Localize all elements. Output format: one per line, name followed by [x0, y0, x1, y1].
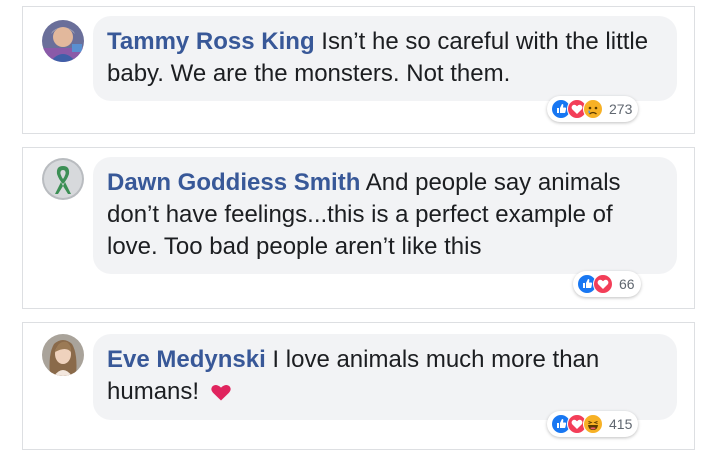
- comment-author-link[interactable]: Dawn Goddiess Smith: [107, 169, 360, 196]
- reaction-summary[interactable]: 415: [547, 411, 639, 437]
- sad-icon: [583, 99, 603, 119]
- heart-icon: [210, 379, 232, 411]
- comment-bubble: Dawn Goddiess Smith And people say anima…: [93, 157, 677, 274]
- comment-bubble: Eve Medynski I love animals much more th…: [93, 334, 677, 420]
- comment-author-link[interactable]: Tammy Ross King: [107, 28, 315, 55]
- avatar[interactable]: [42, 158, 84, 200]
- reaction-summary[interactable]: 273: [547, 96, 639, 122]
- reaction-summary[interactable]: 66: [573, 271, 641, 297]
- love-icon: [593, 274, 613, 294]
- comment-card: Tammy Ross King Isn’t he so careful with…: [22, 6, 695, 134]
- avatar[interactable]: [42, 334, 84, 376]
- reaction-count: 66: [619, 276, 635, 292]
- reaction-count: 415: [609, 416, 633, 432]
- comment-card: Dawn Goddiess Smith And people say anima…: [22, 147, 695, 309]
- comment-card: Eve Medynski I love animals much more th…: [22, 322, 695, 450]
- comment-author-link[interactable]: Eve Medynski: [107, 346, 266, 373]
- comment-bubble: Tammy Ross King Isn’t he so careful with…: [93, 16, 677, 101]
- reaction-count: 273: [609, 101, 633, 117]
- haha-icon: [583, 414, 603, 434]
- avatar[interactable]: [42, 20, 84, 62]
